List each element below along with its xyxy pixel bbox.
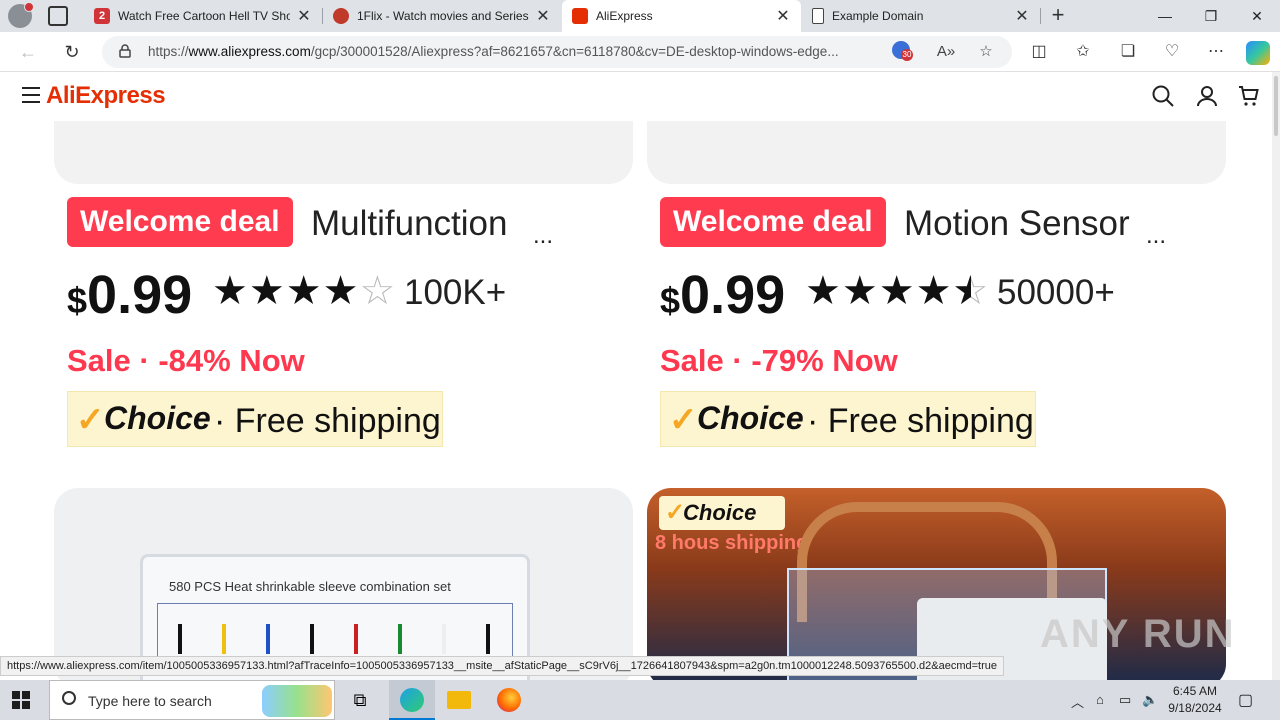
menu-icon[interactable]	[22, 87, 40, 103]
sold-count: 100K+	[404, 273, 507, 312]
rating-stars: ★★★★☆	[212, 269, 397, 313]
product-title[interactable]: Multifunction	[311, 204, 507, 244]
tab-title: 1Flix - Watch movies and Series o	[357, 9, 529, 23]
lamp-choice-tag: ✓ Choice	[659, 496, 785, 530]
copilot-icon[interactable]	[1246, 41, 1270, 65]
close-tab-icon[interactable]: ✕	[775, 6, 791, 26]
clock-time: 6:45 AM	[1172, 684, 1218, 698]
refresh-icon[interactable]: ↻	[60, 40, 84, 64]
tab-actions-icon[interactable]	[48, 6, 68, 26]
tab-divider	[1040, 8, 1041, 24]
search-icon	[62, 691, 76, 705]
tab-strip: 2 Watch Free Cartoon Hell TV Shows ✕ 1Fl…	[0, 0, 1280, 32]
new-tab-button[interactable]: +	[1046, 4, 1070, 28]
cart-icon[interactable]	[1237, 84, 1261, 108]
title-ellipsis: ...	[1146, 222, 1167, 249]
welcome-deal-badge: Welcome deal	[660, 197, 886, 247]
tab-favicon-icon	[572, 8, 588, 24]
choice-free-shipping-tag: ✓ Choice · Free shipping	[67, 391, 443, 447]
browser-toolbar: ← ↻ https://www.aliexpress.com/gcp/30000…	[0, 32, 1280, 72]
search-highlight-image	[262, 685, 332, 717]
read-aloud-icon[interactable]: A»	[936, 42, 956, 62]
aliexpress-page: AliExpress Welcome deal Multifunction ..…	[0, 72, 1272, 680]
lamp-choice-label: Choice	[683, 500, 757, 525]
sold-count: 50000+	[997, 273, 1115, 312]
tab-example-domain[interactable]: Example Domain ✕	[802, 0, 1040, 32]
split-screen-icon[interactable]: ◫	[1028, 41, 1050, 63]
sale-discount: Sale · -84% Now	[67, 343, 305, 378]
volume-icon[interactable]: 🔈	[1142, 692, 1158, 708]
tab-cartoon-hell[interactable]: 2 Watch Free Cartoon Hell TV Shows ✕	[84, 0, 322, 32]
lock-icon[interactable]	[118, 44, 132, 58]
choice-label: Choice	[104, 400, 211, 436]
profile-avatar[interactable]	[8, 2, 34, 28]
product-title[interactable]: Motion Sensor	[904, 204, 1130, 244]
system-clock[interactable]: 6:45 AM 9/18/2024	[1160, 683, 1230, 717]
title-ellipsis: ...	[533, 222, 554, 249]
windows-start-icon[interactable]	[12, 691, 30, 709]
product-image-heat-shrink-set[interactable]: 580 PCS Heat shrinkable sleeve combinati…	[54, 488, 633, 680]
site-header: AliExpress	[0, 72, 1272, 121]
file-explorer-icon[interactable]	[447, 691, 471, 709]
checkmark-icon: ✓	[76, 401, 105, 439]
product-price: $0.99	[660, 265, 786, 325]
restore-icon[interactable]: ❐	[1188, 0, 1234, 32]
network-icon[interactable]: ▭	[1119, 692, 1131, 708]
anyrun-watermark: ANY RUN	[1040, 612, 1236, 656]
free-shipping-label: · Free shipping	[807, 402, 1034, 440]
clock-date: 9/18/2024	[1168, 701, 1222, 715]
favorites-icon[interactable]: ✩	[1072, 41, 1094, 63]
choice-free-shipping-tag: ✓ Choice · Free shipping	[660, 391, 1036, 447]
tab-1flix[interactable]: 1Flix - Watch movies and Series o ✕	[323, 0, 561, 32]
edge-browser-icon[interactable]	[400, 688, 424, 712]
search-icon[interactable]	[1151, 84, 1175, 108]
task-view-icon[interactable]: ⧉	[348, 688, 372, 712]
rating-stars: ★★★★☆★	[805, 269, 990, 313]
sleeve-compartments	[157, 603, 513, 663]
link-status-bar: https://www.aliexpress.com/item/10050053…	[0, 656, 1005, 676]
device-icon[interactable]: ⌂	[1096, 692, 1104, 707]
sleeve-box-title: 580 PCS Heat shrinkable sleeve combinati…	[169, 579, 451, 594]
sale-discount: Sale · -79% Now	[660, 343, 898, 378]
page-scrollbar[interactable]	[1272, 72, 1280, 680]
page-icon	[812, 8, 824, 24]
favorite-star-icon[interactable]: ☆	[976, 42, 996, 62]
close-tab-icon[interactable]: ✕	[535, 6, 551, 26]
checkmark-icon: ✓	[669, 401, 698, 439]
url-text[interactable]: https://www.aliexpress.com/gcp/300001528…	[148, 44, 878, 59]
windows-taskbar: Type here to search ⧉ ︿ ⌂ ▭ 🔈 6:45 AM 9/…	[0, 680, 1280, 720]
product-price: $0.99	[67, 265, 193, 325]
show-hidden-icons-icon[interactable]: ︿	[1071, 692, 1084, 711]
tab-aliexpress[interactable]: AliExpress ✕	[562, 0, 801, 32]
more-menu-icon[interactable]: ⋯	[1205, 41, 1227, 63]
tab-title: AliExpress	[596, 9, 653, 23]
lamp-shipping-label: 8 hous shipping	[655, 532, 809, 554]
browser-essentials-icon[interactable]: ♡	[1161, 41, 1183, 63]
close-tab-icon[interactable]: ✕	[296, 6, 312, 26]
free-shipping-label: · Free shipping	[214, 402, 441, 440]
tab-title: Example Domain	[832, 9, 924, 23]
tab-title: Watch Free Cartoon Hell TV Shows	[118, 9, 290, 23]
tab-favicon-icon	[333, 8, 349, 24]
search-placeholder: Type here to search	[88, 693, 212, 709]
minimize-icon[interactable]: —	[1142, 0, 1188, 32]
close-tab-icon[interactable]: ✕	[1014, 6, 1030, 26]
collections-icon[interactable]: ❏	[1117, 41, 1139, 63]
account-icon[interactable]	[1195, 84, 1219, 108]
address-bar[interactable]: https://www.aliexpress.com/gcp/300001528…	[102, 36, 1012, 68]
tab-favicon-icon: 2	[94, 8, 110, 24]
back-icon[interactable]: ←	[16, 40, 40, 64]
taskbar-search-box[interactable]: Type here to search	[49, 680, 335, 720]
close-window-icon[interactable]: ✕	[1234, 0, 1280, 32]
welcome-deal-badge: Welcome deal	[67, 197, 293, 247]
aliexpress-logo[interactable]: AliExpress	[46, 82, 166, 110]
notifications-icon[interactable]: ▢	[1238, 690, 1253, 710]
choice-label: Choice	[697, 400, 804, 436]
tracking-prevention-icon[interactable]: 30	[892, 41, 913, 61]
firefox-icon[interactable]	[497, 688, 521, 712]
